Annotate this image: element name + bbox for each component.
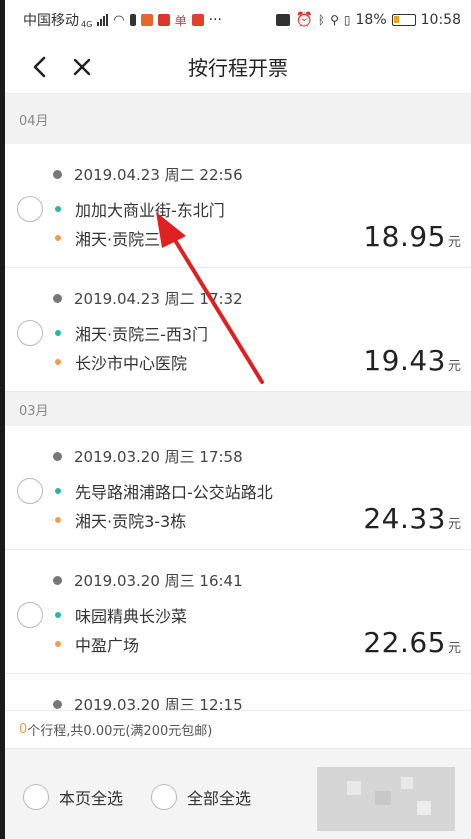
end-point-icon <box>55 235 61 241</box>
end-point-icon <box>55 641 61 647</box>
trip-item[interactable]: 2019.03.20 周三 16:41 味园精典长沙菜 中盈广场 22.65 元 <box>5 550 471 674</box>
bluetooth-icon: ᛒ <box>317 13 326 27</box>
next-step-button[interactable] <box>317 767 455 831</box>
close-icon <box>73 58 91 75</box>
trip-from: 味园精典长沙菜 <box>75 607 188 626</box>
select-all-option[interactable]: 全部全选 <box>151 784 251 810</box>
trip-time: 2019.04.23 周二 22:56 <box>74 166 243 184</box>
app-notification-icon: 单 <box>174 13 187 28</box>
summary-text: 个行程,共0.00元(满200元包邮) <box>27 724 213 739</box>
battery-icon <box>391 14 416 26</box>
trip-to: 长沙市中心医院 <box>75 354 188 373</box>
trip-to: 湘天·贡院3-3栋 <box>75 512 187 531</box>
selected-count: 0 <box>19 722 28 737</box>
trip-time: 2019.03.20 周三 16:41 <box>74 572 243 590</box>
trip-item[interactable]: 2019.04.23 周二 17:32 湘天·贡院三-西3门 长沙市中心医院 1… <box>5 268 471 392</box>
more-notifications: ··· <box>208 12 223 28</box>
hd-icon <box>276 14 291 26</box>
month-header: 04月 <box>5 94 471 144</box>
start-point-icon <box>55 488 61 494</box>
app-notification-icon <box>140 14 153 26</box>
wifi-icon: ◠ <box>113 12 125 28</box>
trip-item[interactable]: 2019.03.20 周三 12:15 <box>5 674 471 710</box>
app-notification-icon <box>157 14 170 26</box>
select-all-radio[interactable] <box>151 784 177 810</box>
select-page-option[interactable]: 本页全选 <box>23 784 123 810</box>
location-icon: ⚲ <box>330 13 339 27</box>
clock-time: 10:58 <box>420 12 461 28</box>
screen-edge <box>0 0 5 839</box>
end-point-icon <box>55 359 61 365</box>
trip-to: 中盈广场 <box>75 636 140 655</box>
trip-price: 18.95 <box>363 220 446 253</box>
trip-time: 2019.03.20 周三 17:58 <box>74 448 243 466</box>
trip-from: 湘天·贡院三-西3门 <box>75 325 209 344</box>
back-button[interactable] <box>21 40 59 94</box>
price-unit: 元 <box>447 359 461 374</box>
start-point-icon <box>55 206 61 212</box>
trip-select-radio[interactable] <box>17 602 43 628</box>
price-unit: 元 <box>447 517 461 532</box>
trip-price: 19.43 <box>363 344 446 377</box>
select-all-label: 全部全选 <box>187 789 252 808</box>
trip-time: 2019.04.23 周二 17:32 <box>74 290 243 308</box>
trip-item[interactable]: 2019.03.20 周三 17:58 先导路湘浦路口-公交站路北 湘天·贡院3… <box>5 426 471 550</box>
trip-time: 2019.03.20 周三 12:15 <box>74 696 243 710</box>
trip-price: 22.65 <box>363 626 446 659</box>
trip-price: 24.33 <box>363 502 446 535</box>
select-page-radio[interactable] <box>23 784 49 810</box>
month-header: 03月 <box>5 392 471 426</box>
trip-item[interactable]: 2019.04.23 周二 22:56 加加大商业街-东北门 湘天·贡院三 18… <box>5 144 471 268</box>
clock-icon <box>53 170 62 179</box>
trip-list[interactable]: 04月 2019.04.23 周二 22:56 加加大商业街-东北门 湘天·贡院… <box>5 94 471 710</box>
alarm-icon: ⏰ <box>295 12 313 28</box>
carrier-label: 中国移动 <box>23 13 79 29</box>
price-unit: 元 <box>447 235 461 250</box>
clock-icon <box>53 294 62 303</box>
trip-select-radio[interactable] <box>17 196 43 222</box>
trip-to: 湘天·贡院三 <box>75 230 161 249</box>
price-unit: 元 <box>447 641 461 656</box>
trip-from: 加加大商业街-东北门 <box>75 201 225 220</box>
vibrate-icon: ▯ <box>343 13 351 27</box>
selection-summary: 0 个行程,共0.00元(满200元包邮) <box>5 710 471 748</box>
clock-icon <box>53 452 62 461</box>
end-point-icon <box>55 517 61 523</box>
sim-icon <box>129 14 136 26</box>
bottom-action-bar: 本页全选 全部全选 <box>5 748 471 839</box>
clock-icon <box>53 576 62 585</box>
clock-icon <box>53 700 62 709</box>
network-label: 4G <box>81 20 93 29</box>
start-point-icon <box>55 612 61 618</box>
close-button[interactable] <box>63 40 101 94</box>
status-bar: 中国移动 4G ◠ 单 ··· ⏰ ᛒ ⚲ ▯ 18% 10:58 <box>5 0 471 40</box>
trip-select-radio[interactable] <box>17 478 43 504</box>
chevron-left-icon <box>33 56 46 77</box>
signal-icon <box>97 14 109 26</box>
nav-bar: 按行程开票 <box>5 40 471 94</box>
select-page-label: 本页全选 <box>59 789 124 808</box>
start-point-icon <box>55 330 61 336</box>
app-notification-icon <box>191 14 204 26</box>
trip-from: 先导路湘浦路口-公交站路北 <box>75 483 273 502</box>
trip-select-radio[interactable] <box>17 320 43 346</box>
battery-percent: 18% <box>355 12 387 28</box>
